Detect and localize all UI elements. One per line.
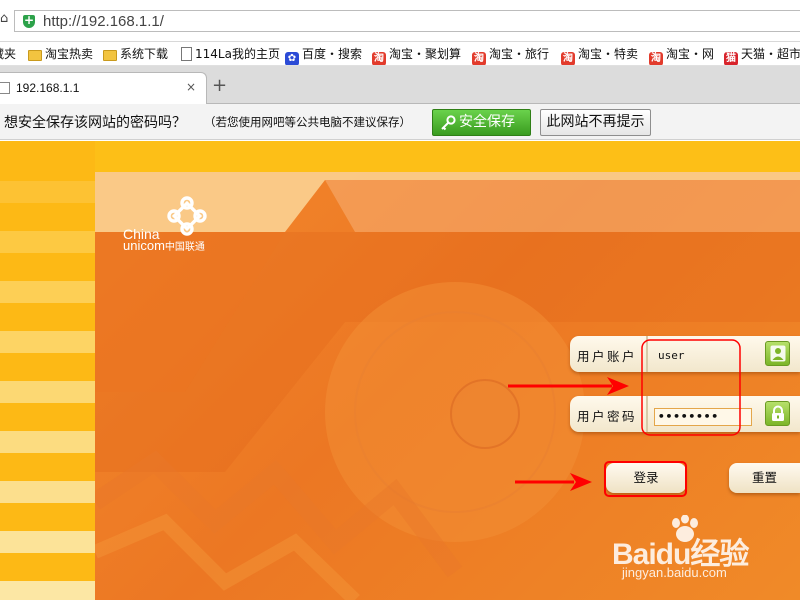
never-prompt-button[interactable]: 此网站不再提示 bbox=[540, 109, 651, 136]
bookmark-label: 114La我的主页 bbox=[195, 47, 280, 61]
login-button[interactable]: 登录 bbox=[606, 463, 686, 493]
username-label: 用户账户 bbox=[577, 349, 638, 364]
bookmark-label: 百度・搜索 bbox=[302, 47, 363, 61]
notification-message: 想安全保存该网站的密码吗？ bbox=[4, 115, 186, 131]
url-field[interactable]: http://192.168.1.1/ bbox=[14, 10, 800, 32]
bookmark-114la[interactable]: 114La我的主页 bbox=[181, 46, 280, 62]
bookmark-taobao-travel[interactable]: 淘淘宝・旅行 bbox=[472, 46, 550, 65]
reset-button[interactable]: 重置 bbox=[729, 463, 800, 493]
notification-hint: （若您使用网吧等公共电脑不建议保存） bbox=[204, 115, 411, 129]
china-unicom-logo: China unicom中国联通 bbox=[123, 196, 223, 256]
new-tab-button[interactable]: + bbox=[212, 77, 227, 95]
bookmark-baidu[interactable]: ✿ 百度・搜索 bbox=[285, 46, 363, 65]
taobao-icon: 淘 bbox=[561, 52, 575, 65]
bookmark-favorites[interactable]: 藏夹 bbox=[0, 46, 16, 62]
safe-save-button[interactable]: 安全保存 bbox=[432, 109, 531, 136]
row-divider bbox=[646, 336, 648, 372]
bookmark-label: 淘宝热卖 bbox=[45, 47, 94, 61]
logo-text-unicom: unicom中国联通 bbox=[123, 239, 205, 254]
close-icon[interactable]: × bbox=[186, 80, 196, 94]
logo-text-unicom-en: unicom bbox=[123, 238, 165, 253]
bookmark-label: 天猫・超市 bbox=[741, 47, 800, 61]
bookmark-label: 淘宝・特卖 bbox=[578, 47, 639, 61]
watermark-url: jingyan.baidu.com bbox=[622, 565, 727, 580]
address-bar: ⌂ http://192.168.1.1/ bbox=[0, 0, 800, 42]
security-shield-icon bbox=[23, 13, 35, 28]
user-icon bbox=[765, 341, 790, 366]
bookmark-label: 淘宝・聚划算 bbox=[389, 47, 462, 61]
page-icon bbox=[181, 47, 192, 61]
baidu-paw-icon: ✿ bbox=[285, 52, 299, 65]
bookmark-label: 淘宝・网 bbox=[666, 47, 715, 61]
bookmark-taobao-hot[interactable]: 淘宝热卖 bbox=[28, 46, 93, 62]
url-text: http://192.168.1.1/ bbox=[43, 13, 164, 30]
background-stripes bbox=[0, 141, 95, 600]
bookmark-taobao-web[interactable]: 淘淘宝・网 bbox=[649, 46, 715, 65]
tab-router[interactable]: 192.168.1.1 × bbox=[0, 72, 207, 104]
key-icon bbox=[441, 115, 456, 131]
password-input[interactable]: •••••••• bbox=[654, 408, 752, 426]
folder-icon bbox=[103, 50, 117, 61]
safe-save-label: 安全保存 bbox=[459, 114, 515, 130]
bookmark-taobao-sale[interactable]: 淘淘宝・特卖 bbox=[561, 46, 639, 65]
taobao-icon: 淘 bbox=[472, 52, 486, 65]
lock-icon bbox=[765, 401, 790, 426]
bookmark-label: 淘宝・旅行 bbox=[489, 47, 550, 61]
baidu-jingyan-watermark: Baidu经验 jingyan.baidu.com bbox=[612, 515, 800, 600]
username-input[interactable]: user bbox=[654, 347, 752, 365]
page-icon bbox=[0, 82, 10, 94]
password-label: 用户密码 bbox=[577, 409, 638, 424]
folder-icon bbox=[28, 50, 42, 61]
row-divider bbox=[646, 396, 648, 432]
taobao-icon: 淘 bbox=[372, 52, 386, 65]
bookmark-label: 藏夹 bbox=[0, 47, 17, 61]
unicom-knot-icon bbox=[167, 196, 207, 236]
bookmarks-bar: 藏夹 淘宝热卖 系统下载 114La我的主页 ✿百度・搜索 淘淘宝・聚划算 淘淘… bbox=[0, 42, 800, 66]
password-save-bar: 想安全保存该网站的密码吗？ （若您使用网吧等公共电脑不建议保存） 安全保存 此网… bbox=[0, 104, 800, 140]
tab-title: 192.168.1.1 bbox=[16, 81, 80, 95]
bookmark-tmall-market[interactable]: 猫天猫・超市 bbox=[724, 46, 800, 65]
tab-bar: 192.168.1.1 × + bbox=[0, 66, 800, 104]
bookmark-label: 系统下载 bbox=[120, 47, 169, 61]
home-icon[interactable]: ⌂ bbox=[0, 12, 12, 26]
tmall-icon: 猫 bbox=[724, 52, 738, 65]
bookmark-taobao-juhuasuan[interactable]: 淘淘宝・聚划算 bbox=[372, 46, 462, 65]
bookmark-system-download[interactable]: 系统下载 bbox=[103, 46, 168, 62]
logo-text-unicom-cn: 中国联通 bbox=[164, 242, 205, 253]
taobao-icon: 淘 bbox=[649, 52, 663, 65]
